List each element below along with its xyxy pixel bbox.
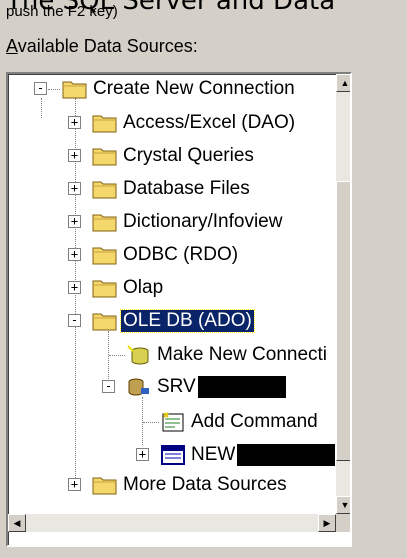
tree-item-label: OLE DB (ADO)	[120, 309, 255, 333]
tree-item-more-data-sources[interactable]: More Data Sources	[92, 472, 289, 498]
folder-icon	[92, 474, 118, 496]
data-sources-tree[interactable]: - Create New Connection + Access/Excel (…	[6, 72, 352, 547]
expand-button[interactable]: +	[68, 478, 81, 491]
scroll-right-button[interactable]: ▶	[318, 514, 336, 532]
tree-item-make-new-connection[interactable]: Make New Connecti	[126, 342, 329, 368]
tree-item-ole-db-ado[interactable]: OLE DB (ADO)	[92, 308, 255, 334]
database-icon	[160, 444, 186, 466]
tree-line	[142, 397, 143, 445]
tree-item-add-command[interactable]: Add Command	[160, 409, 320, 435]
tree-item-srv[interactable]: SRV	[126, 374, 286, 400]
expand-button[interactable]: +	[68, 182, 81, 195]
scroll-up-button[interactable]: ▲	[336, 74, 350, 92]
folder-icon	[92, 277, 118, 299]
tree-item-access-excel[interactable]: Access/Excel (DAO)	[92, 110, 297, 136]
redacted-block	[237, 444, 336, 466]
collapse-button[interactable]: -	[102, 380, 115, 393]
tree-item-label: SRV	[157, 376, 196, 397]
tree-item-label: Olap	[123, 277, 164, 298]
vertical-scrollbar[interactable]: ▲ ▼	[336, 74, 350, 514]
make-connection-icon	[126, 344, 152, 366]
tree-item-label: Database Files	[123, 178, 250, 199]
tree-item-label: More Data Sources	[123, 474, 287, 495]
tree-line	[109, 355, 125, 356]
tree-item-new[interactable]: NEW	[160, 442, 336, 468]
server-icon	[126, 376, 152, 398]
horizontal-scrollbar[interactable]: ◀ ▶	[8, 514, 336, 532]
vertical-scroll-thumb[interactable]	[336, 181, 350, 461]
tree-line	[41, 98, 42, 118]
redacted-block	[197, 376, 286, 398]
expand-button[interactable]: +	[68, 149, 81, 162]
expand-button[interactable]: +	[136, 448, 149, 461]
tree-item-database-files[interactable]: Database Files	[92, 176, 252, 202]
tree-line	[143, 422, 159, 423]
tree-item-label: Add Command	[191, 411, 318, 432]
tree-item-label: ODBC (RDO)	[123, 244, 239, 265]
label-accelerator: A	[6, 36, 18, 56]
collapse-button[interactable]: -	[68, 314, 81, 327]
tree-item-olap[interactable]: Olap	[92, 275, 165, 301]
folder-icon	[92, 310, 118, 332]
folder-icon	[92, 211, 118, 233]
folder-icon	[92, 178, 118, 200]
tree-item-label: Create New Connection	[93, 78, 295, 99]
scrollbar-corner	[336, 514, 350, 532]
folder-icon	[92, 244, 118, 266]
tree-item-odbc-rdo[interactable]: ODBC (RDO)	[92, 242, 240, 268]
tree-item-label: Make New Connecti	[157, 344, 328, 365]
tree-item-label: Crystal Queries	[123, 145, 254, 166]
hint-text: push the F2 key)	[6, 3, 118, 20]
collapse-button[interactable]: -	[34, 82, 47, 95]
expand-button[interactable]: +	[68, 215, 81, 228]
tree-item-label: Dictionary/Infoview	[123, 211, 283, 232]
tree-item-crystal-queries[interactable]: Crystal Queries	[92, 143, 256, 169]
folder-icon	[92, 145, 118, 167]
tree-item-dictionary-infoview[interactable]: Dictionary/Infoview	[92, 209, 284, 235]
tree-item-create-new-connection[interactable]: Create New Connection	[62, 76, 297, 102]
scroll-left-button[interactable]: ◀	[8, 514, 26, 532]
tree-line	[48, 89, 60, 90]
available-data-sources-label: Available Data Sources:	[6, 36, 198, 57]
add-command-icon	[160, 411, 186, 433]
scroll-down-button[interactable]: ▼	[336, 496, 350, 514]
expand-button[interactable]: +	[68, 116, 81, 129]
tree-item-label: Access/Excel (DAO)	[123, 112, 296, 133]
tree-item-label: NEW	[191, 444, 236, 465]
folder-icon	[62, 78, 88, 100]
folder-icon	[92, 112, 118, 134]
expand-button[interactable]: +	[68, 281, 81, 294]
label-rest: vailable Data Sources:	[17, 36, 198, 56]
expand-button[interactable]: +	[68, 248, 81, 261]
